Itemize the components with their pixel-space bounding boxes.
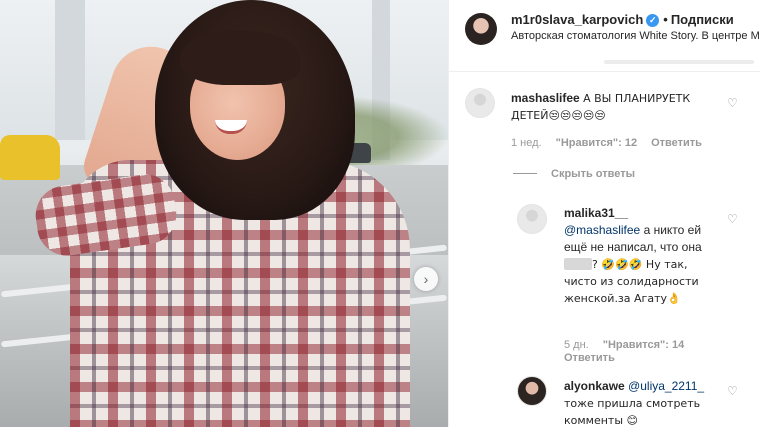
author-location[interactable]: Авторская стоматология White Story. В це…: [511, 30, 760, 42]
commenter-avatar[interactable]: [517, 204, 547, 234]
comment-username[interactable]: mashaslifee: [511, 91, 580, 105]
author-line: m1r0slava_karpovich ✓ • Подписки: [511, 12, 734, 27]
comment-username[interactable]: malika31__: [564, 206, 628, 220]
follow-button[interactable]: Подписки: [671, 12, 734, 27]
heart-outline-icon[interactable]: ♡: [727, 97, 739, 109]
comment-text: malika31__ @mashaslifee а никто ей ещё н…: [564, 205, 719, 307]
chevron-right-icon: ›: [423, 271, 429, 287]
comment-meta: 1 нед. "Нравится": 12 Ответить: [511, 137, 716, 149]
comment-meta: 5 дн. "Нравится": 14: [564, 339, 698, 351]
comment-meta-reply: Ответить: [564, 352, 629, 364]
verified-badge-icon: ✓: [646, 14, 660, 27]
commenter-avatar[interactable]: [517, 376, 547, 406]
photo-bangs: [180, 30, 300, 85]
comment-username[interactable]: alyonkawe: [564, 379, 625, 393]
heart-outline-icon[interactable]: ♡: [727, 213, 739, 225]
comment-text: alyonkawe @uliya_2211_ тоже пришла смотр…: [564, 378, 724, 427]
comment-likes[interactable]: "Нравится": 14: [603, 339, 684, 351]
comment-likes[interactable]: "Нравится": 12: [556, 137, 637, 149]
comments-panel: m1r0slava_karpovich ✓ • Подписки Авторская …: [448, 0, 760, 427]
comment-body: тоже пришла смотреть комменты 😊: [564, 397, 701, 427]
next-photo-button[interactable]: ›: [414, 267, 438, 291]
scroll-cut-text: [604, 60, 754, 64]
commenter-avatar[interactable]: [465, 88, 495, 118]
comment-text: mashaslifee А ВЫ ПЛАНИРУЕТК ДЕТЕЙ😒😒😒😒😒: [511, 90, 726, 124]
heart-outline-icon[interactable]: ♡: [727, 385, 739, 397]
author-avatar[interactable]: [465, 13, 497, 45]
comment-mention[interactable]: @uliya_2211_: [628, 379, 704, 393]
reply-button[interactable]: Ответить: [564, 352, 615, 364]
author-username[interactable]: m1r0slava_karpovich: [511, 12, 643, 27]
photo-woman: [30, 0, 410, 427]
post-header: m1r0slava_karpovich ✓ • Подписки Авторская …: [449, 0, 760, 72]
hide-replies-label: Скрыть ответы: [551, 168, 635, 180]
hide-replies-button[interactable]: Скрыть ответы: [513, 168, 635, 180]
reply-button[interactable]: Ответить: [651, 137, 702, 149]
censored-word: [564, 258, 592, 270]
comment-mention[interactable]: @mashaslifee: [564, 223, 640, 237]
header-separator: •: [663, 12, 668, 27]
post-photo: ›: [0, 0, 448, 427]
comment-time[interactable]: 5 дн.: [564, 339, 589, 351]
comment-time[interactable]: 1 нед.: [511, 137, 542, 149]
hide-replies-line: [513, 173, 537, 174]
